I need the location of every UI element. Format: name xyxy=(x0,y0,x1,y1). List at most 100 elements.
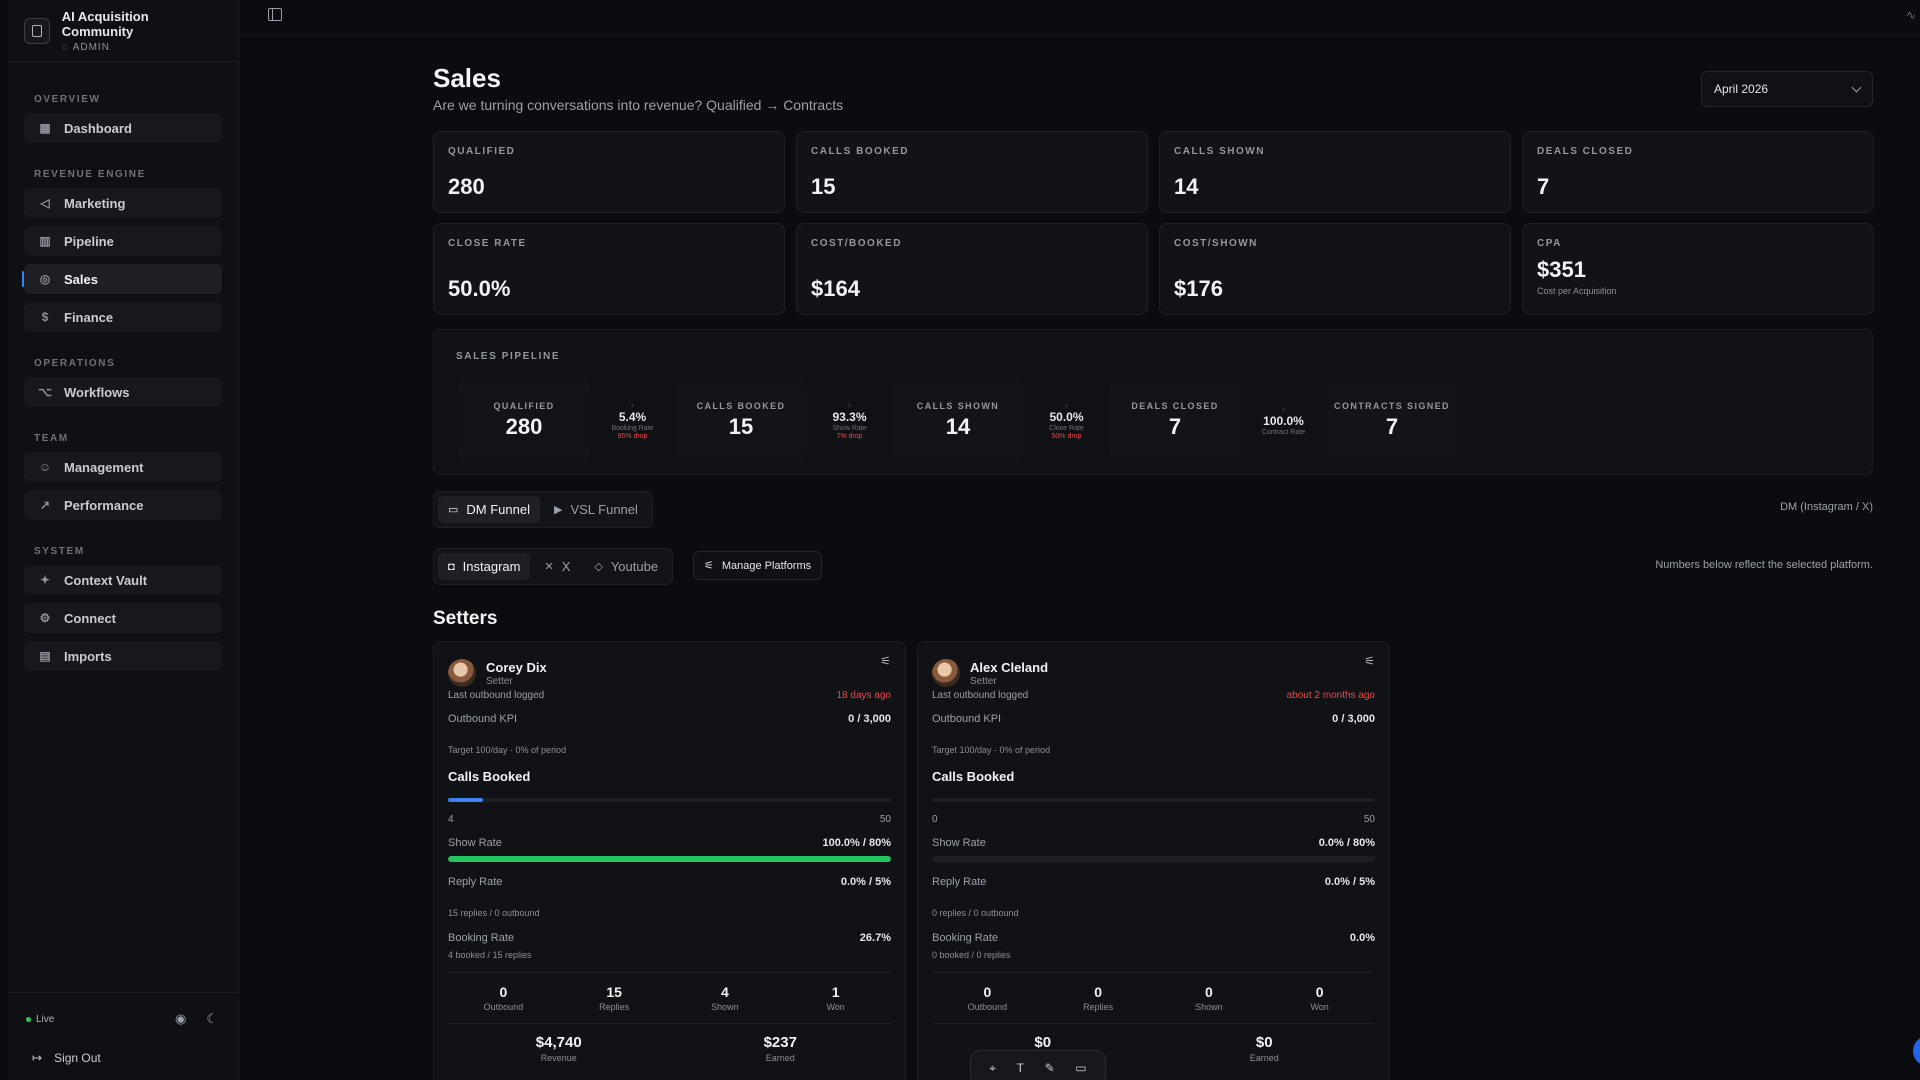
month-value: April 2026 xyxy=(1714,82,1769,96)
sidebar-toggle-icon[interactable] xyxy=(268,8,282,21)
booking-rate-value: 26.7% xyxy=(859,932,891,944)
sliders-icon[interactable]: ⚟ xyxy=(880,654,891,668)
sliders-icon: ⚟ xyxy=(704,560,714,572)
eye-icon[interactable]: ◉ xyxy=(175,1011,186,1027)
sales-pipeline: SALES PIPELINE QUALIFIED 280 › 5.4% Book… xyxy=(433,329,1873,475)
bar-chart-icon: ▥ xyxy=(39,234,51,248)
booking-rate-value: 0.0% xyxy=(1349,932,1375,944)
tab-youtube[interactable]: ◇ Youtube xyxy=(584,553,668,580)
conversion-pct: 5.4% xyxy=(618,410,647,424)
chevron-right-icon: › xyxy=(1282,404,1285,414)
reply-note: 0 replies / 0 outbound xyxy=(932,908,1019,918)
moon-icon[interactable]: ☾ xyxy=(206,1011,218,1027)
tab-label: Youtube xyxy=(610,559,659,574)
target-note: Target 100/day · 0% of period xyxy=(932,745,1051,755)
kpi-value: $176 xyxy=(1174,276,1223,301)
last-outbound-label: Last outbound logged xyxy=(448,690,545,701)
tab-dm-funnel[interactable]: ▭ DM Funnel xyxy=(438,496,540,523)
calls-min: 4 xyxy=(448,814,454,825)
kpi-note: Cost per Acquisition xyxy=(1537,286,1617,296)
text-tool-icon[interactable]: T xyxy=(1017,1061,1024,1075)
sidebar-item-connect[interactable]: ⚙ Connect xyxy=(24,603,222,633)
sliders-icon[interactable]: ⚟ xyxy=(1364,654,1375,668)
stat-label: Outbound xyxy=(483,1002,524,1012)
sidebar-item-sales[interactable]: ◎ Sales xyxy=(22,264,222,294)
pipeline-stage-calls-booked: CALLS BOOKED 15 xyxy=(675,382,807,458)
funnel-tabs: ▭ DM Funnel ▶ VSL Funnel xyxy=(433,491,653,528)
month-select[interactable]: April 2026 xyxy=(1701,71,1873,107)
sidebar-item-label: Management xyxy=(64,459,144,475)
sidebar-item-context-vault[interactable]: ✦ Context Vault xyxy=(24,565,222,595)
platform-tabs: ◘ Instagram ✕ X ◇ Youtube xyxy=(433,548,674,585)
calls-booked-bar-fill xyxy=(448,798,484,802)
calls-max: 50 xyxy=(1363,814,1375,825)
setter-money: $4,740 Revenue $237 Earned xyxy=(448,1034,891,1063)
last-outbound-label: Last outbound logged xyxy=(932,690,1029,701)
pipeline-stage-calls-shown: CALLS SHOWN 14 xyxy=(892,382,1024,458)
kpi-value: 280 xyxy=(448,174,485,199)
video-icon: ▶ xyxy=(553,504,563,516)
kpi-label: COST/SHOWN xyxy=(1174,238,1258,249)
sidebar-item-performance[interactable]: ↗ Performance xyxy=(24,490,222,520)
stage-value: 7 xyxy=(1168,413,1182,439)
stat-label: Shown xyxy=(1195,1002,1223,1012)
page-title: Sales xyxy=(433,63,501,93)
pipeline-stage-contracts-signed: CONTRACTS SIGNED 7 xyxy=(1326,382,1458,458)
sidebar-item-management[interactable]: ☺ Management xyxy=(24,452,222,482)
sidebar-item-imports[interactable]: ▤ Imports xyxy=(24,641,222,671)
pipeline-stage-qualified: QUALIFIED 280 xyxy=(458,382,590,458)
stat-value: 0 xyxy=(1094,984,1103,1000)
live-dot-icon xyxy=(26,1016,31,1022)
nav-section-operations: OPERATIONS xyxy=(34,358,116,369)
kpi-card-calls-shown: CALLS SHOWN 14 xyxy=(1159,131,1511,213)
kpi-label: DEALS CLOSED xyxy=(1537,146,1634,157)
show-rate-bar xyxy=(448,856,891,862)
pencil-icon[interactable]: ✎ xyxy=(1045,1061,1055,1075)
conversion-drop: 95% drop xyxy=(617,433,648,440)
live-status: Live xyxy=(26,1014,54,1025)
kpi-label: QUALIFIED xyxy=(448,146,516,157)
stat-value: 0 xyxy=(499,984,508,1000)
sidebar-item-marketing[interactable]: ◁ Marketing xyxy=(24,188,222,218)
workspace-name: AI Acquisition Community xyxy=(61,8,149,39)
reply-rate-label: Reply Rate xyxy=(932,876,987,888)
kpi-label: CALLS SHOWN xyxy=(1174,146,1265,157)
sign-out-label: Sign Out xyxy=(54,1051,101,1065)
sidebar-item-label: Performance xyxy=(64,497,144,513)
tag-icon: ◇ xyxy=(594,561,603,573)
revenue-value: $4,740 xyxy=(535,1034,582,1051)
sidebar-item-finance[interactable]: $ Finance xyxy=(24,302,222,332)
pipeline-conversion: › 93.3% Show Rate 7% drop xyxy=(807,400,892,440)
earned-value: $237 xyxy=(763,1034,797,1051)
workspace-switcher[interactable]: AI Acquisition Community ◌ ADMIN xyxy=(8,0,238,62)
sidebar-item-workflows[interactable]: ⌥ Workflows xyxy=(24,377,222,407)
sidebar-item-dashboard[interactable]: ▦ Dashboard xyxy=(24,113,222,143)
setter-card: Corey Dix Setter ⚟ Last outbound logged … xyxy=(433,641,906,1080)
comment-icon[interactable]: ▭ xyxy=(1075,1061,1086,1075)
manage-platforms-button[interactable]: ⚟ Manage Platforms xyxy=(693,551,823,580)
reply-rate-label: Reply Rate xyxy=(448,876,503,888)
setter-name: Alex Cleland xyxy=(970,659,1049,675)
tab-instagram[interactable]: ◘ Instagram xyxy=(438,553,531,580)
tab-label: DM Funnel xyxy=(466,502,530,517)
conversion-name: Show Rate xyxy=(832,425,867,432)
tab-x[interactable]: ✕ X xyxy=(534,553,580,580)
chevron-down-icon xyxy=(1851,82,1862,92)
tab-vsl-funnel[interactable]: ▶ VSL Funnel xyxy=(544,496,648,523)
sidebar-item-pipeline[interactable]: ▥ Pipeline xyxy=(24,226,222,256)
chevron-right-icon: › xyxy=(848,400,851,410)
help-chat-icon[interactable] xyxy=(1913,1036,1920,1066)
workspace-logo-icon xyxy=(24,17,50,44)
kpi-grid: QUALIFIED 280 CALLS BOOKED 15 CALLS SHOW… xyxy=(433,131,1874,315)
sidebar-nav: OVERVIEW ▦ Dashboard REVENUE ENGINE ◁ Ma… xyxy=(8,94,238,671)
tab-label: VSL Funnel xyxy=(570,502,638,517)
setter-role: Setter xyxy=(970,675,997,687)
sidebar-item-label: Context Vault xyxy=(64,572,148,588)
cursor-icon[interactable]: ⌖ xyxy=(989,1061,996,1076)
nav-section-system: SYSTEM xyxy=(34,546,85,557)
activity-icon: ∿ xyxy=(1905,8,1916,22)
stat-value: 15 xyxy=(606,984,622,1000)
calls-max: 50 xyxy=(879,814,891,825)
sign-out-button[interactable]: ↦ Sign Out xyxy=(8,1027,238,1065)
setter-stats: 0 Outbound 0 Replies 0 Shown 0 Won xyxy=(932,972,1375,1024)
